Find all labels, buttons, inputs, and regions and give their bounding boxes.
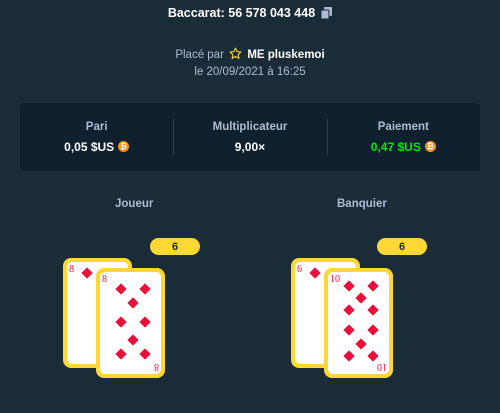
player-card-2: 8 8: [96, 268, 165, 378]
diamond-icon: [127, 334, 139, 346]
diamond-icon: [355, 338, 367, 350]
diamond-icon: [367, 280, 379, 292]
diamond-icon: [343, 304, 355, 316]
multiplier-value: 9,00×: [234, 139, 266, 154]
bet-stats-panel: Pari 0,05 $US ₿ Multiplicateur 9,00× Pai…: [20, 103, 480, 171]
card-rank: 10: [330, 274, 340, 285]
placed-by-prefix: Placé par: [175, 49, 224, 61]
diamond-icon: [127, 297, 139, 309]
diamond-icon: [139, 348, 151, 360]
copy-icon[interactable]: [321, 7, 333, 19]
diamond-icon: [139, 283, 151, 295]
diamond-icon: [309, 267, 321, 279]
star-icon: [229, 47, 242, 60]
card-face: 10 10: [328, 272, 389, 374]
bet-date: le 20/09/2021 à 16:25: [194, 66, 306, 78]
stat-bet: Pari 0,05 $US ₿: [20, 103, 173, 171]
payout-label: Paiement: [377, 120, 429, 133]
diamond-icon: [81, 267, 93, 279]
bitcoin-icon: ₿: [118, 141, 130, 152]
payout-value: 0,47 $US: [370, 139, 421, 154]
stat-payout: Paiement 0,47 $US ₿: [326, 103, 480, 171]
diamond-icon: [115, 348, 127, 360]
banker-total-badge: 6: [377, 238, 427, 255]
banker-label: Banquier: [337, 198, 387, 210]
placed-by: Placé par ME pluskemoi: [0, 47, 500, 61]
card-rank: 8: [102, 274, 107, 285]
payout-value-row: 0,47 $US ₿: [371, 140, 436, 154]
diamond-icon: [367, 350, 379, 362]
diamond-icon: [355, 292, 367, 304]
banker-card-2: 10 10: [324, 268, 393, 378]
bet-header: Baccarat: 56 578 043 448: [0, 6, 500, 20]
multiplier-value-row: 9,00×: [235, 140, 265, 154]
player-total-badge: 6: [150, 238, 200, 255]
card-rank: 6: [297, 264, 302, 275]
bet-title: Baccarat: 56 578 043 448: [167, 6, 316, 20]
diamond-icon: [367, 304, 379, 316]
diamond-icon: [343, 324, 355, 336]
card-rank: 8: [69, 264, 74, 275]
diamond-icon: [367, 324, 379, 336]
bet-value: 0,05 $US: [64, 139, 115, 154]
diamond-icon: [343, 280, 355, 292]
diamond-icon: [115, 316, 127, 328]
bet-label: Pari: [85, 120, 108, 133]
card-rank: 10: [377, 361, 387, 372]
username-link[interactable]: ME pluskemoi: [247, 49, 324, 61]
diamond-icon: [139, 316, 151, 328]
diamond-icon: [115, 283, 127, 295]
bitcoin-icon: ₿: [424, 141, 436, 152]
card-rank: 8: [154, 361, 159, 372]
player-label: Joueur: [115, 198, 154, 210]
multiplier-label: Multiplicateur: [212, 120, 288, 133]
card-face: 8 8: [100, 272, 161, 374]
diamond-icon: [343, 350, 355, 362]
bet-value-row: 0,05 $US ₿: [64, 139, 130, 154]
stat-multiplier: Multiplicateur 9,00×: [173, 103, 326, 171]
